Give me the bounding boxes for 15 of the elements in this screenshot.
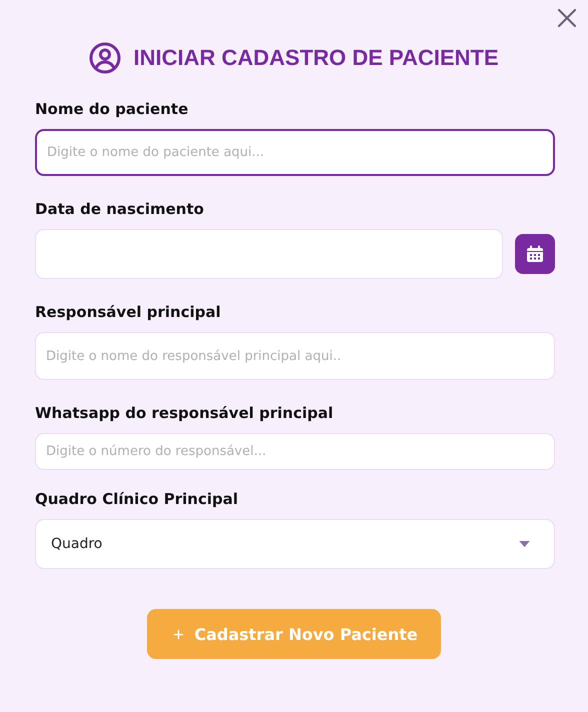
field-label: Whatsapp do responsável principal xyxy=(35,404,334,422)
input-field[interactable]: Digite o nome do paciente aqui... xyxy=(35,129,555,176)
form-title: INICIAR CADASTRO DE PACIENTE xyxy=(133,45,499,71)
calendar-button[interactable] xyxy=(515,234,555,274)
field-label: Nome do paciente xyxy=(35,100,190,118)
field-label: Responsável principal xyxy=(35,303,222,321)
select-field[interactable]: Quadro xyxy=(35,519,555,569)
caret-icon xyxy=(519,540,530,548)
user-icon xyxy=(89,42,122,74)
field-label: Data de nascimento xyxy=(35,200,205,218)
date-field[interactable] xyxy=(35,229,503,279)
field-label: Quadro Clínico Principal xyxy=(35,490,239,508)
close-icon[interactable] xyxy=(557,8,577,28)
calendar-icon xyxy=(525,244,545,264)
plus-icon xyxy=(173,628,184,640)
